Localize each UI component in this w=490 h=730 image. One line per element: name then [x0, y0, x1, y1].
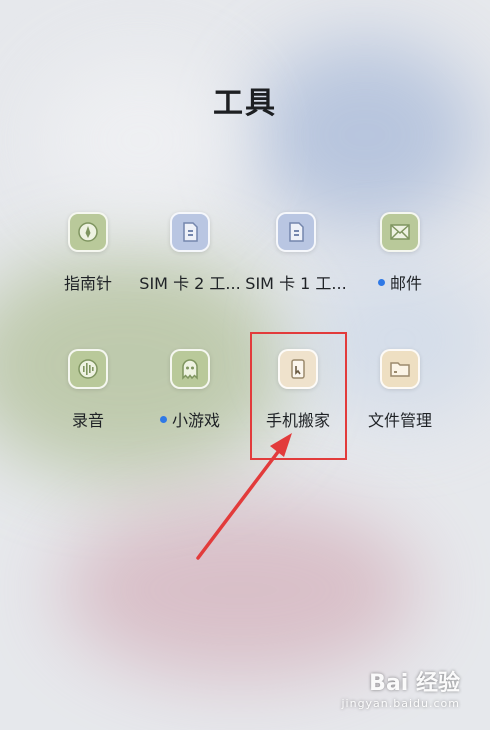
baidu-jingyan-watermark: Bai 经验 jingyan.baidu.com [341, 671, 460, 710]
annotation-arrow [196, 433, 292, 560]
